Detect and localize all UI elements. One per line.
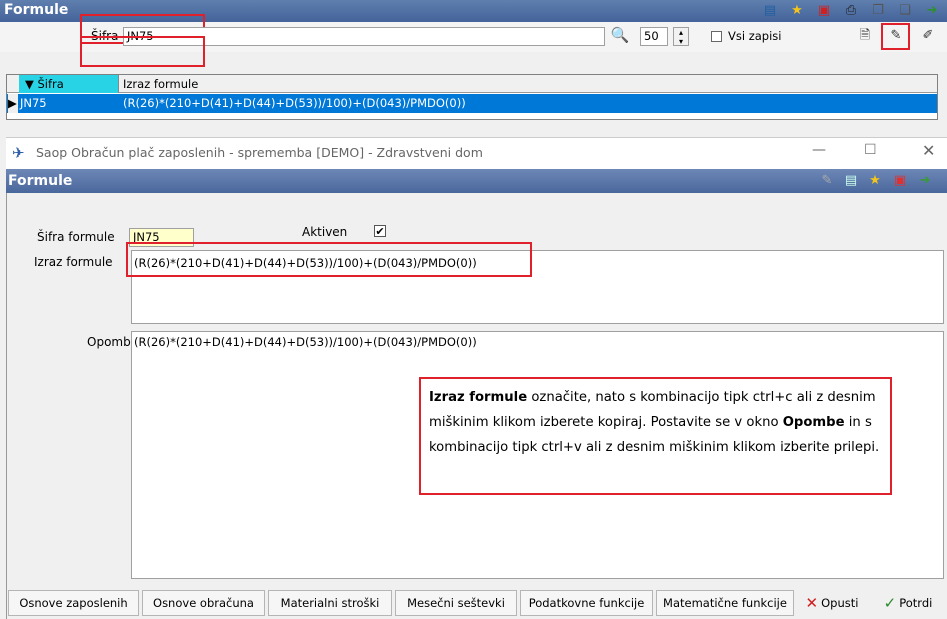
table-row[interactable]: ▶ JN75 (R(26)*(210+D(41)+D(44)+D(53))/10…	[7, 94, 937, 113]
copy-icon[interactable]: ❐	[869, 2, 887, 19]
main-window-title: Formule	[4, 2, 69, 18]
active-label: Aktiven	[302, 225, 348, 239]
callout-bold-notes: Opombe	[782, 415, 845, 430]
cancel-button[interactable]: ✕ Opusti	[797, 590, 867, 616]
grid-icon[interactable]: ▤	[761, 2, 779, 19]
row-formula: (R(26)*(210+D(41)+D(44)+D(53))/100)+(D(0…	[123, 96, 466, 110]
records-stepper[interactable]: ▴ ▾	[673, 27, 689, 46]
edit-multi-icon[interactable]: ✐	[919, 27, 937, 44]
employee-bases-button[interactable]: Osnove zaposlenih	[8, 590, 139, 616]
active-checkbox[interactable]: ✔	[374, 225, 386, 237]
material-costs-button[interactable]: Materialni stroški	[268, 590, 392, 616]
row-code: JN75	[20, 96, 47, 110]
cancel-icon: ✕	[805, 594, 819, 612]
confirm-icon: ✓	[883, 594, 897, 612]
exit-icon-2[interactable]: ➜	[916, 172, 934, 189]
row-pointer-icon: ▶	[8, 94, 18, 113]
grid-icon-2[interactable]: ▤	[842, 172, 860, 189]
star-icon[interactable]: ★	[788, 2, 806, 19]
paste-icon[interactable]: ❏	[896, 2, 914, 19]
code-search-redbox	[80, 36, 205, 67]
edit-record-icon[interactable]: ✎	[887, 27, 905, 44]
dialog-body: Šifra formule JN75 Aktiven ✔ Izraz formu…	[6, 193, 947, 619]
star-icon-2[interactable]: ★	[866, 172, 884, 189]
edit-disabled-icon: ✎	[821, 173, 833, 188]
dialog-section-header: Formule ✎ ▤ ★ ▣ ➜	[6, 169, 947, 193]
app-icon: ✈	[12, 144, 25, 162]
instruction-callout: Izraz formule označite, nato s kombinaci…	[419, 377, 892, 495]
confirm-label: Potrdi	[899, 596, 933, 610]
code-label: Šifra formule	[37, 230, 115, 244]
all-records-checkbox[interactable]	[711, 31, 722, 42]
exit-icon[interactable]: ➜	[923, 2, 941, 19]
formula-highlight	[126, 242, 532, 277]
maximize-icon[interactable]: ☐	[864, 142, 877, 158]
header-code[interactable]: ▼ Šifra	[19, 75, 119, 93]
search-icon[interactable]: 🔍	[611, 27, 630, 44]
records-count-input[interactable]: 50	[640, 27, 668, 46]
math-functions-button[interactable]: Matematične funkcije	[656, 590, 794, 616]
monthly-sums-button[interactable]: Mesečni seštevki	[395, 590, 517, 616]
dialog-title: Saop Obračun plač zaposlenih - sprememba…	[36, 145, 483, 160]
dialog-title-bar: ✈ Saop Obračun plač zaposlenih - spremem…	[6, 137, 947, 169]
close-icon[interactable]: ✕	[922, 141, 935, 160]
data-functions-button[interactable]: Podatkovne funkcije	[520, 590, 653, 616]
formula-grid: ▼ Šifra Izraz formule ▶ JN75 (R(26)*(210…	[6, 74, 938, 120]
grid-header: ▼ Šifra Izraz formule	[7, 75, 937, 93]
notes-text: (R(26)*(210+D(41)+D(44)+D(53))/100)+(D(0…	[134, 335, 477, 349]
calc-bases-button[interactable]: Osnove obračuna	[142, 590, 265, 616]
header-code-label: Šifra	[37, 77, 64, 91]
cancel-label: Opusti	[821, 596, 859, 610]
header-formula[interactable]: Izraz formule	[121, 75, 198, 93]
minimize-icon[interactable]: —	[812, 142, 826, 158]
export-icon[interactable]: ▣	[815, 2, 833, 19]
all-records-label: Vsi zapisi	[728, 29, 782, 43]
print-icon[interactable]: ⎙	[842, 2, 860, 19]
confirm-button[interactable]: ✓ Potrdi	[873, 590, 943, 616]
new-record-icon[interactable]: 🗎	[856, 27, 874, 44]
callout-bold-formula: Izraz formule	[429, 390, 528, 405]
export-icon-2[interactable]: ▣	[891, 172, 909, 189]
formula-label: Izraz formule	[34, 255, 113, 269]
section-title: Formule	[8, 173, 73, 189]
